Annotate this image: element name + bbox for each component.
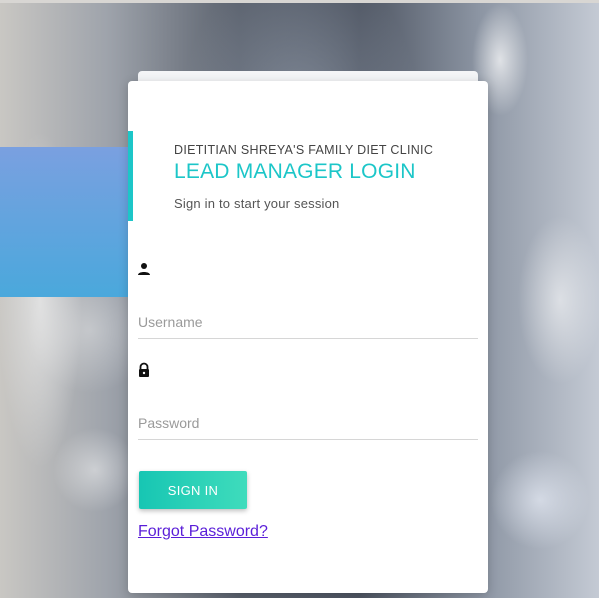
title-accent-bar: [128, 131, 133, 221]
decorative-accent-block: [0, 147, 130, 297]
forgot-password-link[interactable]: Forgot Password?: [138, 523, 268, 541]
username-field[interactable]: [138, 305, 478, 339]
password-field[interactable]: [138, 406, 478, 440]
sign-in-button[interactable]: SIGN IN: [139, 471, 247, 509]
login-card: DIETITIAN SHREYA'S FAMILY DIET CLINIC LE…: [128, 81, 488, 593]
lock-icon: [136, 362, 152, 378]
login-subtitle: Sign in to start your session: [174, 196, 340, 211]
page-title: LEAD MANAGER LOGIN: [174, 160, 416, 183]
top-border: [0, 0, 599, 3]
clinic-name: DIETITIAN SHREYA'S FAMILY DIET CLINIC: [174, 143, 434, 157]
person-icon: [136, 261, 152, 277]
